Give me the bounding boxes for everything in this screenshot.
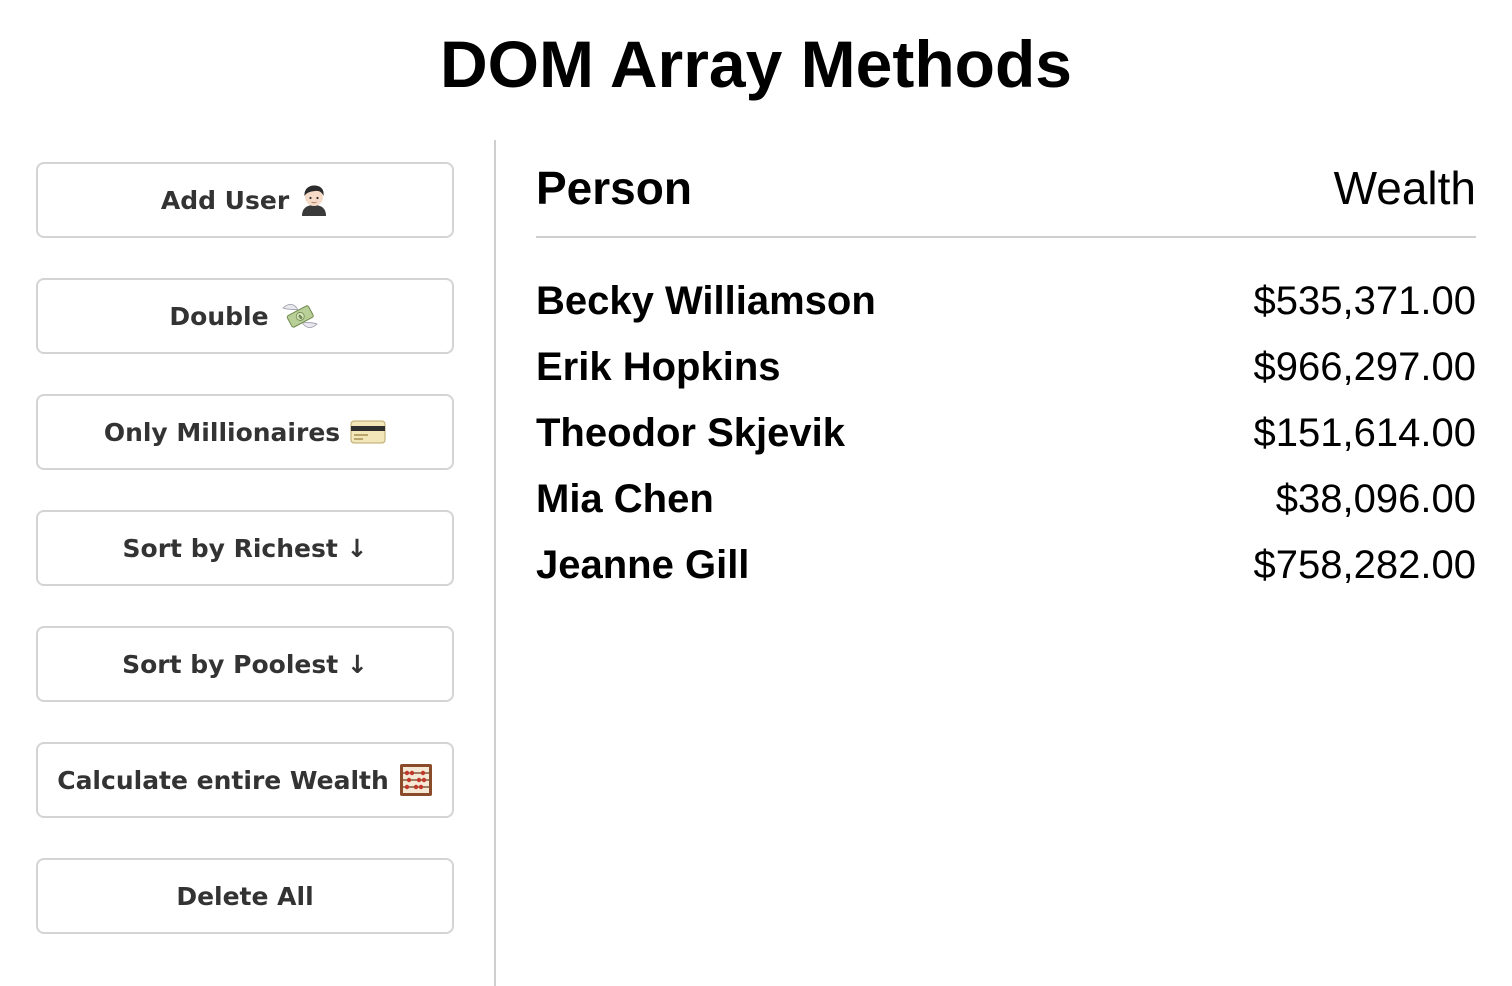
wealth-header: Wealth [1333,162,1476,214]
calculate-wealth-button[interactable]: Calculate entire Wealth [36,742,454,818]
table-body: Becky Williamson $535,371.00 Erik Hopkin… [536,268,1476,598]
person-wealth: $38,096.00 [1275,476,1476,521]
sort-by-poolest-label: Sort by Poolest ↓ [122,649,368,679]
money-with-wings-icon: $ [279,300,321,332]
person-name: Erik Hopkins [536,344,781,389]
table-row: Mia Chen $38,096.00 [536,466,1476,532]
sort-by-richest-button[interactable]: Sort by Richest ↓ [36,510,454,586]
person-wealth: $535,371.00 [1253,278,1476,323]
delete-all-label: Delete All [176,881,314,911]
table-row: Theodor Skjevik $151,614.00 [536,400,1476,466]
sort-by-richest-label: Sort by Richest ↓ [122,533,368,563]
only-millionaires-button[interactable]: Only Millionaires [36,394,454,470]
page-title: DOM Array Methods [440,27,1072,101]
credit-card-icon [350,419,386,445]
person-header: Person [536,162,692,214]
person-emoji-icon [299,184,329,216]
person-wealth: $966,297.00 [1253,344,1476,389]
person-name: Becky Williamson [536,278,876,323]
only-millionaires-label: Only Millionaires [103,417,341,447]
calculate-wealth-label: Calculate entire Wealth [57,765,389,795]
person-name: Jeanne Gill [536,542,750,587]
table-header: Person Wealth [536,160,1476,238]
person-wealth: $758,282.00 [1253,542,1476,587]
double-label: Double [169,301,269,331]
person-name: Mia Chen [536,476,714,521]
delete-all-button[interactable]: Delete All [36,858,454,934]
table-row: Jeanne Gill $758,282.00 [536,532,1476,598]
person-name: Theodor Skjevik [536,410,845,455]
table-row: Becky Williamson $535,371.00 [536,268,1476,334]
add-user-button[interactable]: Add User [36,162,454,238]
abacus-icon [399,763,433,797]
sort-by-poolest-button[interactable]: Sort by Poolest ↓ [36,626,454,702]
person-wealth: $151,614.00 [1253,410,1476,455]
table-row: Erik Hopkins $966,297.00 [536,334,1476,400]
sidebar: Add User Double $ Only Millionaires Sort… [0,140,496,986]
add-user-label: Add User [160,185,290,215]
double-button[interactable]: Double $ [36,278,454,354]
